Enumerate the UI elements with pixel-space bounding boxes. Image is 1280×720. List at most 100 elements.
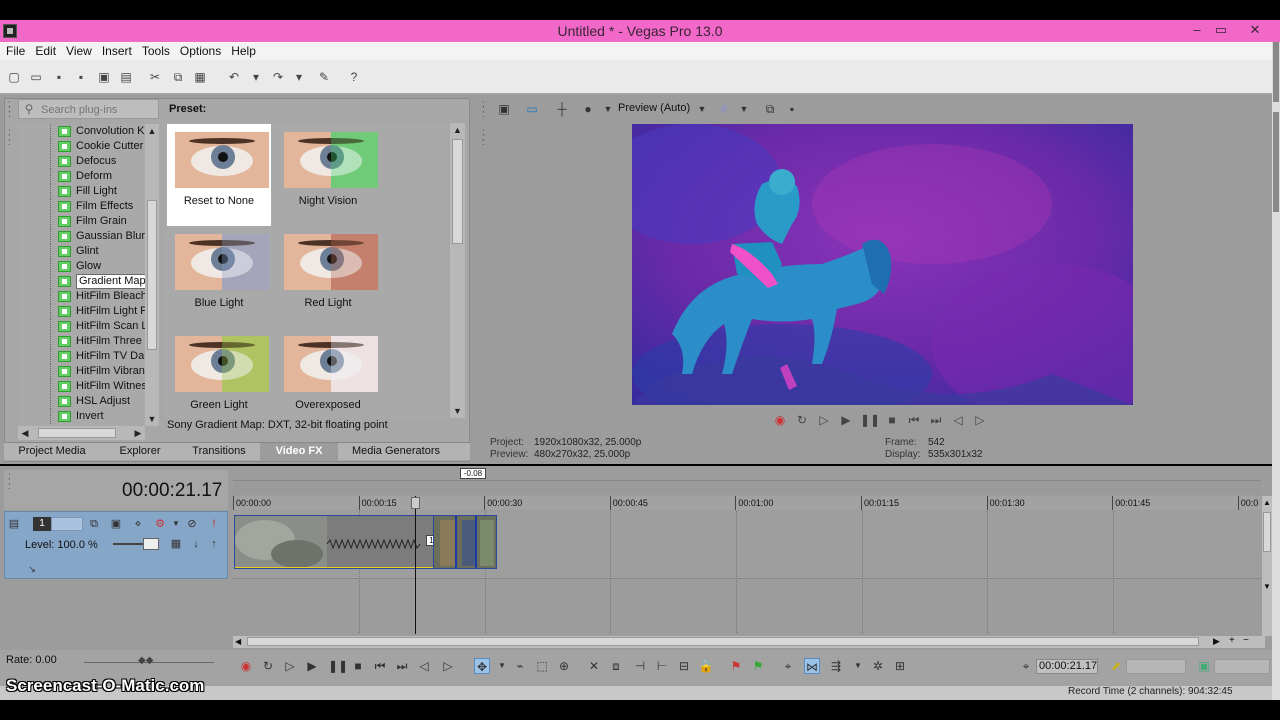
record-icon[interactable]: ◉ — [772, 412, 788, 428]
go-to-end-icon[interactable]: ⏭ — [394, 658, 410, 674]
trim-icon[interactable]: ⧈ — [608, 658, 624, 674]
open-folder-icon[interactable]: ▭ — [28, 69, 44, 85]
selection-length-field[interactable] — [1126, 659, 1186, 674]
scroll-right-icon[interactable]: ▶ — [131, 426, 145, 440]
plugin-item[interactable]: HitFilm Three S — [18, 334, 145, 349]
preset-item[interactable]: Red Light — [276, 226, 380, 328]
plugin-item[interactable]: Gaussian Blur — [18, 229, 145, 244]
play-icon[interactable]: ▶ — [838, 412, 854, 428]
envelope-tool-icon[interactable]: ⌁ — [512, 658, 528, 674]
mute-icon[interactable]: ⊘ — [185, 517, 199, 531]
trim-start-icon[interactable]: ⊣ — [632, 658, 648, 674]
plugin-item[interactable]: Film Effects — [18, 199, 145, 214]
menu-edit[interactable]: Edit — [29, 42, 60, 58]
copy-snapshot-icon[interactable]: ⧉ — [762, 101, 778, 117]
selection-end-field[interactable] — [1214, 659, 1270, 674]
preview-quality-label[interactable]: Preview (Auto) — [618, 102, 690, 114]
play-from-start-icon[interactable]: ▷ — [816, 412, 832, 428]
overlays-icon[interactable]: # — [716, 101, 732, 117]
zoom-tool-icon[interactable]: ⊕ — [556, 658, 572, 674]
timeline-grip-icon[interactable]: ::: — [8, 472, 12, 492]
zoom-in-icon[interactable]: + — [1229, 635, 1235, 646]
scroll-down-icon[interactable]: ▼ — [1263, 582, 1271, 591]
stop-icon[interactable]: ■ — [350, 658, 366, 674]
scroll-up-icon[interactable]: ▲ — [450, 123, 465, 137]
plugin-item[interactable]: HitFilm Vibranc — [18, 364, 145, 379]
menu-insert[interactable]: Insert — [96, 42, 136, 58]
stop-icon[interactable]: ■ — [884, 412, 900, 428]
fx-dropdown-icon[interactable]: ▼ — [600, 101, 616, 117]
plugin-item[interactable]: HitFilm Light Fla — [18, 304, 145, 319]
scroll-thumb[interactable] — [1263, 512, 1271, 552]
loop-icon[interactable]: ↻ — [794, 412, 810, 428]
play-from-start-icon[interactable]: ▷ — [282, 658, 298, 674]
play-icon[interactable]: ▶ — [304, 658, 320, 674]
automation-dropdown-icon[interactable]: ▼ — [169, 517, 183, 531]
scroll-up-icon[interactable]: ▲ — [145, 124, 159, 138]
preset-item[interactable]: Night Vision — [276, 124, 380, 226]
previous-frame-icon[interactable]: ◁ — [416, 658, 432, 674]
plugin-item[interactable]: HitFilm TV Dam — [18, 349, 145, 364]
plugin-tree-hscroll[interactable]: ◀ ▶ — [18, 426, 145, 440]
window-right-scrollbar[interactable] — [1272, 42, 1280, 700]
menu-options[interactable]: Options — [174, 42, 225, 58]
scroll-left-icon[interactable]: ◀ — [18, 426, 32, 440]
menu-file[interactable]: File — [0, 42, 29, 58]
trim-end-icon[interactable]: ⊢ — [654, 658, 670, 674]
composite-mode-icon[interactable]: ⋄ — [131, 517, 145, 531]
tab-explorer[interactable]: Explorer — [104, 443, 176, 461]
pause-icon[interactable]: ❚❚ — [328, 658, 348, 674]
time-ruler[interactable]: 00:00:00 00:00:15 00:00:30 00:00:45 00:01:00… — [233, 496, 1261, 510]
ripple-dropdown-icon[interactable]: ▼ — [850, 658, 866, 674]
video-clip-main[interactable] — [234, 515, 434, 569]
properties-icon[interactable]: ▤ — [118, 69, 134, 85]
ignore-grouping-icon[interactable]: ⊞ — [892, 658, 908, 674]
lock-icon[interactable]: 🔒 — [698, 658, 714, 674]
rate-slider-knob[interactable]: ◆◆ — [138, 655, 153, 666]
plugin-item[interactable]: HitFilm Witness — [18, 379, 145, 394]
plugin-item[interactable]: Glow — [18, 259, 145, 274]
plugin-item[interactable]: Convolution Ke — [18, 124, 145, 139]
scroll-thumb[interactable] — [452, 139, 463, 244]
minimize-button[interactable]: – — [1186, 22, 1208, 38]
plugin-item[interactable]: HitFilm Scan Lin — [18, 319, 145, 334]
loop-icon[interactable]: ↻ — [260, 658, 276, 674]
track-name-field[interactable] — [51, 517, 83, 531]
plugin-item[interactable]: Glint — [18, 244, 145, 259]
project-properties-icon[interactable]: ▣ — [496, 101, 512, 117]
solo-icon[interactable]: ! — [207, 517, 221, 531]
track-expand-icon[interactable]: ▤ — [7, 517, 21, 531]
menu-tools[interactable]: Tools — [136, 42, 174, 58]
scroll-up-icon[interactable]: ▲ — [1263, 498, 1271, 507]
plugin-item[interactable]: HitFilm Bleach E — [18, 289, 145, 304]
tab-video-fx[interactable]: Video FX — [260, 443, 338, 461]
level-slider-knob[interactable] — [143, 538, 159, 550]
preset-item[interactable]: Blue Light — [167, 226, 271, 328]
auto-crossfades-icon[interactable]: ⋈ — [804, 658, 820, 674]
help-pointer-icon[interactable]: ? — [346, 69, 362, 85]
tab-project-media[interactable]: Project Media — [10, 443, 94, 461]
redo-icon[interactable]: ↷ — [270, 69, 286, 85]
preset-item[interactable]: Green Light — [167, 328, 271, 430]
next-frame-icon[interactable]: ▷ — [440, 658, 456, 674]
timeline-vscroll[interactable]: ▲ ▼ — [1262, 496, 1272, 636]
track-motion-icon[interactable]: ⧉ — [87, 517, 101, 531]
save-icon[interactable]: ▪ — [51, 69, 67, 85]
copy-icon[interactable]: ⧉ — [170, 69, 186, 85]
playhead-handle-icon[interactable] — [411, 497, 420, 509]
undo-dropdown-icon[interactable]: ▾ — [248, 69, 264, 85]
pause-icon[interactable]: ❚❚ — [860, 412, 880, 428]
scroll-right-icon[interactable]: ▶ — [1213, 636, 1220, 647]
search-input[interactable] — [41, 102, 156, 117]
scroll-down-icon[interactable]: ▼ — [450, 404, 465, 418]
lock-envelopes-icon[interactable]: ✲ — [870, 658, 886, 674]
external-monitor-icon[interactable]: ▭ — [524, 101, 540, 117]
compositing-parent-icon[interactable]: ▦ — [169, 537, 183, 551]
plugin-item[interactable]: Deform — [18, 169, 145, 184]
plugin-item[interactable]: Cookie Cutter — [18, 139, 145, 154]
preset-item[interactable]: Reset to None — [167, 124, 271, 226]
preset-item[interactable]: Overexposed — [276, 328, 380, 430]
delete-icon[interactable]: ✕ — [586, 658, 602, 674]
go-to-end-icon[interactable]: ⏭ — [928, 412, 944, 428]
tab-transitions[interactable]: Transitions — [182, 443, 256, 461]
